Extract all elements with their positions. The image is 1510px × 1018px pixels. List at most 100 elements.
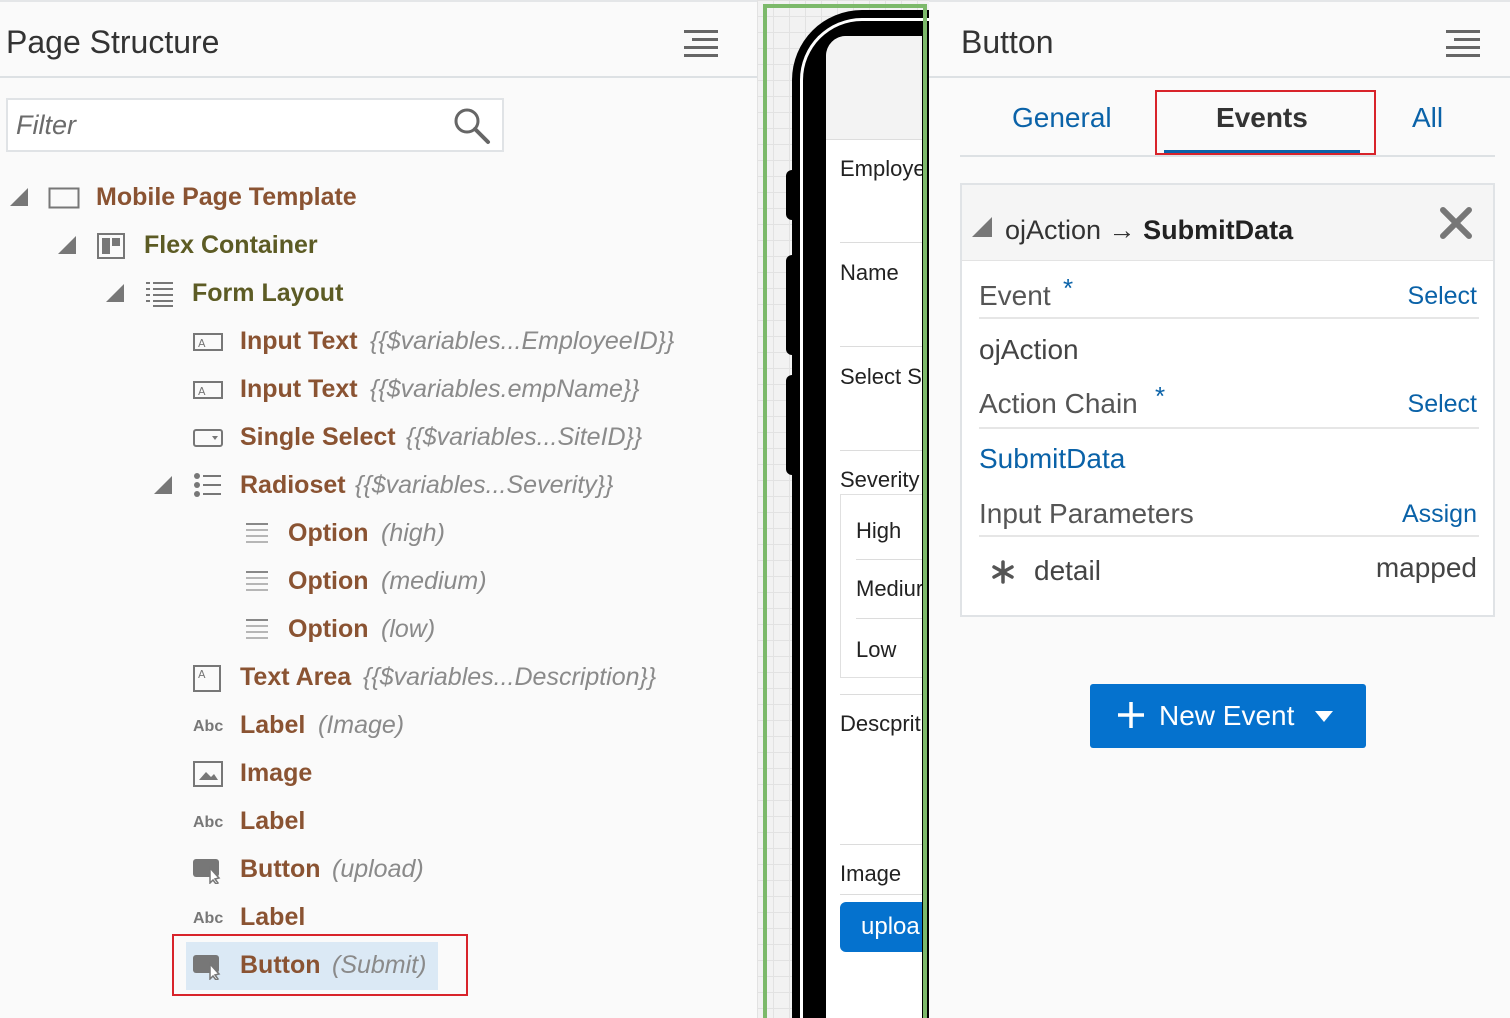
collapse-triangle-icon[interactable] bbox=[972, 217, 992, 237]
event-value: ojAction bbox=[979, 334, 1079, 365]
properties-panel: Button General Events All ojAction → Sub… bbox=[929, 0, 1510, 1018]
svg-text:A: A bbox=[198, 337, 206, 350]
tree-node-label: Input Text bbox=[240, 327, 358, 355]
svg-text:A: A bbox=[198, 668, 206, 681]
action-chain-select-link[interactable]: Select bbox=[1408, 390, 1477, 419]
tree-node-label: Image bbox=[240, 759, 313, 787]
single-select-icon bbox=[193, 429, 223, 447]
form-layout-icon bbox=[146, 282, 173, 307]
page-structure-panel: Page Structure Mobile Page Template Flex… bbox=[0, 0, 757, 1018]
required-asterisk: * bbox=[1155, 381, 1166, 411]
field-divider bbox=[979, 535, 1479, 537]
event-label: Event bbox=[979, 280, 1051, 311]
tree-node-mobile-page-template[interactable]: Mobile Page Template bbox=[0, 174, 757, 220]
filter-input[interactable] bbox=[16, 107, 436, 143]
tree-node-label: Form Layout bbox=[192, 279, 344, 307]
annotation-highlight-box bbox=[172, 934, 468, 996]
option-icon bbox=[246, 571, 268, 591]
tree-node-binding: (Image) bbox=[318, 711, 405, 739]
page-structure-header: Page Structure bbox=[0, 4, 757, 78]
parameter-value[interactable]: mapped bbox=[1376, 552, 1477, 584]
tree-node-radioset[interactable]: Radioset {{$variables...Severity}} bbox=[0, 462, 757, 508]
properties-title: Button bbox=[961, 24, 1054, 60]
input-text-icon: A bbox=[193, 381, 223, 399]
tree-node-label: Radioset bbox=[240, 471, 346, 499]
properties-header: Button bbox=[929, 4, 1510, 78]
new-event-label: New Event bbox=[1159, 700, 1295, 731]
tree-node-binding: {{$variables...Severity}} bbox=[355, 471, 614, 499]
tree-node-label: Text Area bbox=[240, 663, 352, 691]
panel-title: Page Structure bbox=[6, 24, 220, 60]
hamburger-menu-icon[interactable] bbox=[1446, 30, 1480, 58]
event-select-link[interactable]: Select bbox=[1408, 282, 1477, 311]
collapse-triangle-icon[interactable] bbox=[10, 188, 28, 206]
action-chain-value-link[interactable]: SubmitData bbox=[979, 443, 1125, 475]
required-parameter-star-icon bbox=[992, 560, 1014, 584]
tree-node-option[interactable]: Option (medium) bbox=[0, 558, 757, 604]
tree-node-input-text[interactable]: A Input Text {{$variables.empName}} bbox=[0, 366, 757, 412]
assign-link[interactable]: Assign bbox=[1402, 500, 1477, 529]
tree-node-text-area[interactable]: A Text Area {{$variables...Description}} bbox=[0, 654, 757, 700]
annotation-highlight-box bbox=[1155, 90, 1376, 155]
tree-node-input-text[interactable]: A Input Text {{$variables...EmployeeID}} bbox=[0, 318, 757, 364]
plus-icon bbox=[1118, 702, 1144, 728]
required-asterisk: * bbox=[1063, 273, 1074, 303]
field-divider bbox=[979, 427, 1479, 429]
event-card-title: ojAction → SubmitData bbox=[1005, 215, 1293, 246]
tree-node-binding: {{$variables...EmployeeID}} bbox=[370, 327, 675, 355]
tree-node-binding: (medium) bbox=[381, 567, 487, 595]
collapse-triangle-icon[interactable] bbox=[106, 284, 124, 302]
hamburger-menu-icon[interactable] bbox=[684, 30, 718, 58]
tree-node-binding: {{$variables.empName}} bbox=[370, 375, 640, 403]
tree-node-label: Flex Container bbox=[144, 231, 318, 259]
page-template-icon bbox=[48, 187, 80, 209]
radioset-icon bbox=[194, 473, 221, 497]
tree-node-label: Label bbox=[240, 903, 306, 931]
event-card-title-prefix: ojAction → bbox=[1005, 215, 1136, 245]
canvas-selection-border bbox=[763, 4, 927, 1018]
tree-node-label: Option bbox=[288, 567, 369, 595]
filter-field[interactable] bbox=[6, 98, 504, 152]
input-parameters-label: Input Parameters bbox=[979, 498, 1194, 529]
tree-node-single-select[interactable]: Single Select {{$variables...SiteID}} bbox=[0, 414, 757, 460]
tree-node-label[interactable]: Abc Label (Image) bbox=[0, 702, 757, 748]
tree-node-flex-container[interactable]: Flex Container bbox=[0, 222, 757, 268]
tabs-divider bbox=[960, 155, 1495, 157]
tree-node-binding: (upload) bbox=[332, 855, 424, 883]
tree-node-label[interactable]: Abc Label bbox=[0, 798, 757, 844]
parameter-name: detail bbox=[1034, 555, 1101, 586]
svg-text:A: A bbox=[198, 385, 206, 398]
field-divider bbox=[979, 317, 1479, 319]
action-chain-label: Action Chain bbox=[979, 388, 1138, 419]
search-icon[interactable] bbox=[452, 106, 492, 146]
option-icon bbox=[246, 619, 268, 639]
collapse-triangle-icon[interactable] bbox=[58, 236, 76, 254]
tree-node-binding: (high) bbox=[381, 519, 445, 547]
tree-node-button[interactable]: Button (upload) bbox=[0, 846, 757, 892]
tree-node-label: Option bbox=[288, 615, 369, 643]
close-icon[interactable] bbox=[1438, 205, 1474, 241]
collapse-triangle-icon[interactable] bbox=[154, 476, 172, 494]
image-icon bbox=[193, 761, 223, 787]
label-abc-icon: Abc bbox=[193, 814, 224, 831]
tree-node-label: Label bbox=[240, 711, 306, 739]
event-card-title-chain: SubmitData bbox=[1143, 215, 1294, 245]
label-abc-icon: Abc bbox=[193, 910, 224, 927]
tree-node-label: Button bbox=[240, 855, 321, 883]
tree-node-option[interactable]: Option (high) bbox=[0, 510, 757, 556]
tree-node-label: Input Text bbox=[240, 375, 358, 403]
event-card-header[interactable]: ojAction → SubmitData bbox=[962, 185, 1493, 261]
tab-general[interactable]: General bbox=[1012, 102, 1112, 134]
tree-node-binding: (low) bbox=[381, 615, 436, 643]
tab-all[interactable]: All bbox=[1412, 102, 1443, 134]
tree-node-form-layout[interactable]: Form Layout bbox=[0, 270, 757, 316]
tree-node-label: Single Select bbox=[240, 423, 396, 451]
tree-node-label: Mobile Page Template bbox=[96, 183, 357, 211]
tree-node-option[interactable]: Option (low) bbox=[0, 606, 757, 652]
option-icon bbox=[246, 523, 268, 543]
chevron-down-icon[interactable] bbox=[1315, 711, 1333, 722]
tree-node-image[interactable]: Image bbox=[0, 750, 757, 796]
tree-node-label: Option bbox=[288, 519, 369, 547]
tree-node-binding: {{$variables...Description}} bbox=[363, 663, 657, 691]
new-event-button[interactable]: New Event bbox=[1090, 684, 1366, 748]
